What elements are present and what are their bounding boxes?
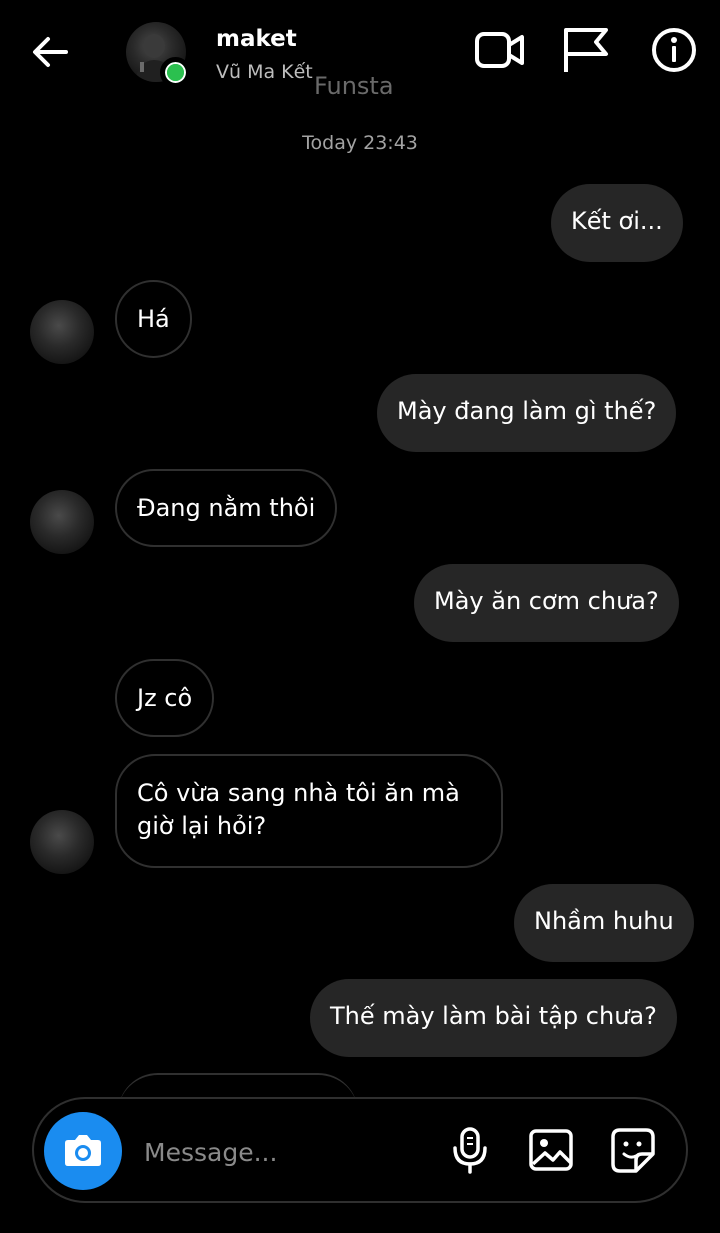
message-input[interactable] [144,1132,424,1172]
sticker-icon [611,1128,655,1173]
watermark: Funsta [314,72,394,100]
flag-icon [564,28,608,72]
message-incoming[interactable]: Đang nằm thôi [115,469,338,547]
message-incoming[interactable]: Cô vừa sang nhà tôi ăn mà giờ lại hỏi? [115,754,503,868]
voice-message-button[interactable] [447,1126,493,1174]
sender-avatar[interactable] [30,300,94,364]
info-button[interactable] [648,24,700,76]
microphone-icon [453,1127,487,1174]
contact-name[interactable]: maket [216,26,297,52]
message-incoming[interactable]: Há [115,280,192,358]
camera-icon [65,1135,101,1166]
contact-username: Vũ Ma Kết [216,61,313,83]
chat-header: maket Vũ Ma Kết Funsta [0,0,720,110]
report-button[interactable] [560,24,612,76]
sender-avatar[interactable] [30,490,94,554]
gallery-button[interactable] [528,1126,574,1174]
message-outgoing[interactable]: Mày ăn cơm chưa? [414,564,679,642]
camera-button[interactable] [44,1112,122,1190]
message-outgoing[interactable]: Thế mày làm bài tập chưa? [310,979,677,1057]
sender-avatar[interactable] [30,810,94,874]
video-call-button[interactable] [474,24,526,76]
sticker-button[interactable] [610,1126,656,1174]
message-incoming[interactable]: Jz cô [115,659,215,737]
message-outgoing[interactable]: Mày đang làm gì thế? [377,374,677,452]
video-call-icon [475,32,524,68]
online-status-dot [160,57,191,88]
message-outgoing[interactable]: Nhầm huhu [514,884,694,962]
info-icon [652,28,696,72]
conversation-timestamp: Today 23:43 [302,132,418,154]
gallery-icon [529,1129,573,1171]
message-outgoing[interactable]: Kết ơi... [551,184,683,262]
back-arrow-icon [33,37,68,67]
back-button[interactable] [28,30,72,74]
